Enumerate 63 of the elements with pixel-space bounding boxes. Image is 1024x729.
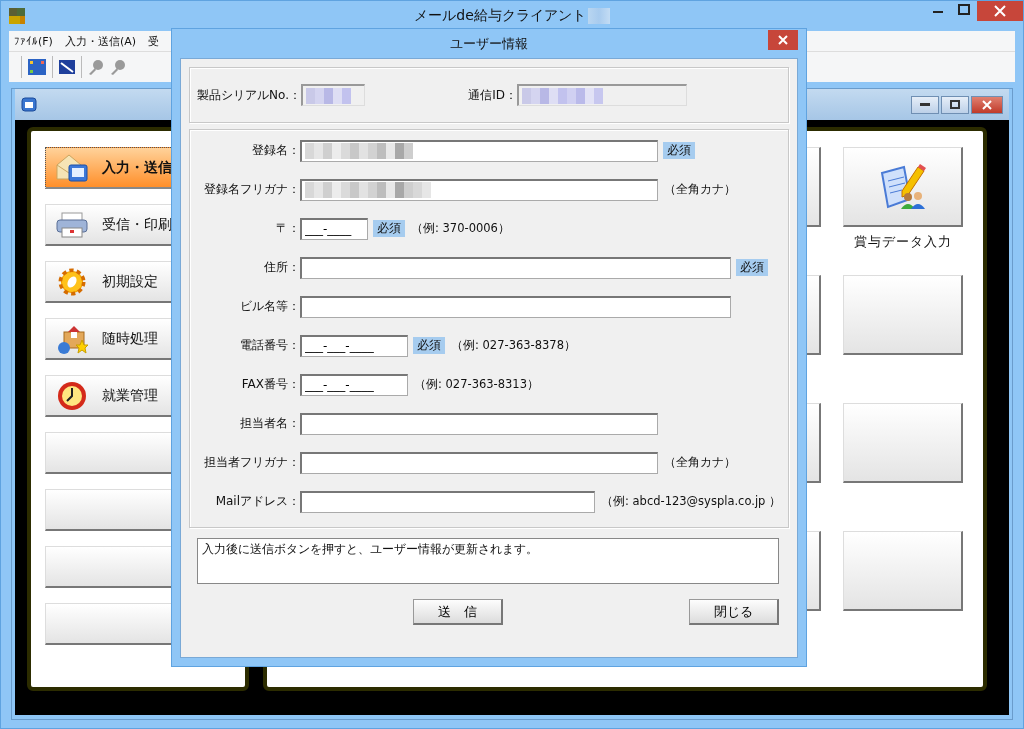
dialog-title: ユーザー情報 (450, 34, 528, 53)
field-label: Mailアドレス： (214, 493, 300, 510)
function-button[interactable] (843, 275, 963, 355)
window-title: メールde給与クライアント (414, 7, 586, 25)
field-label: 通信ID： (467, 86, 517, 104)
input-field[interactable] (300, 451, 658, 474)
close-icon[interactable] (977, 1, 1023, 21)
box-icon (56, 323, 88, 354)
field-label: 製品シリアルNo.： (196, 86, 301, 104)
restore-icon (950, 100, 960, 109)
field-hint: （全角カナ） (664, 182, 736, 197)
key-icon[interactable] (88, 59, 104, 75)
menu-item[interactable]: ﾌｧｲﾙ(F) (14, 34, 53, 48)
minimize-icon (920, 102, 930, 107)
field-label: 担当者名： (239, 415, 300, 432)
input-field[interactable] (300, 139, 658, 162)
key-icon[interactable] (110, 59, 126, 75)
info-message: 入力後に送信ボタンを押すと、ユーザー情報が更新されます。 (197, 538, 779, 584)
menu-item[interactable]: 受 (148, 33, 160, 49)
function-button[interactable] (843, 403, 963, 483)
field-hint: （全角カナ） (664, 455, 736, 470)
app-icon (9, 8, 25, 24)
field-hint: （例: 370-0006） (411, 221, 510, 236)
menu-item[interactable]: 入力・送信(A) (64, 33, 137, 49)
printer-icon (56, 211, 88, 238)
minimize-button[interactable] (911, 95, 939, 114)
function-label: 賞与データ入力 (854, 233, 952, 251)
input-field[interactable] (300, 256, 731, 279)
required-tag: 必須 (413, 337, 445, 354)
input-field[interactable]: ___-____ (300, 217, 368, 240)
window-icon (21, 97, 37, 112)
field-label: 〒： (275, 220, 300, 237)
input-field[interactable] (300, 295, 731, 318)
pixelated-value (306, 87, 351, 104)
gear-icon (57, 266, 87, 297)
screen-icon[interactable] (28, 59, 46, 75)
input-field[interactable] (517, 84, 687, 106)
envelope-icon (55, 152, 89, 183)
function-button[interactable] (843, 531, 963, 611)
close-button[interactable] (768, 30, 798, 53)
close-button[interactable] (971, 95, 1003, 114)
required-tag: 必須 (373, 220, 405, 237)
input-field[interactable] (301, 84, 365, 106)
dialog-button[interactable]: 閉じる (689, 599, 779, 625)
field-label: 担当者フリガナ： (203, 454, 300, 471)
field-label: 登録名： (251, 142, 300, 159)
input-field[interactable]: ___-___-____ (300, 334, 408, 357)
input-field[interactable]: ___-___-____ (300, 373, 408, 396)
field-hint: （例: 027-363-8378） (451, 338, 576, 353)
clock-icon (57, 380, 87, 411)
dialog-button[interactable]: 送 信 (413, 599, 503, 625)
input-field[interactable] (300, 412, 658, 435)
restore-button[interactable] (941, 95, 969, 114)
input-field[interactable] (300, 178, 658, 201)
field-hint: （例: 027-363-8313） (414, 377, 539, 392)
picture-icon[interactable] (59, 60, 75, 74)
close-icon (982, 99, 992, 110)
field-hint: （例: abcd-123@syspla.co.jp ） (601, 494, 782, 509)
function-button[interactable] (843, 147, 963, 227)
required-tag: 必須 (736, 259, 768, 276)
field-label: 住所： (263, 259, 300, 276)
required-tag: 必須 (663, 142, 695, 159)
input-field[interactable] (300, 490, 595, 513)
